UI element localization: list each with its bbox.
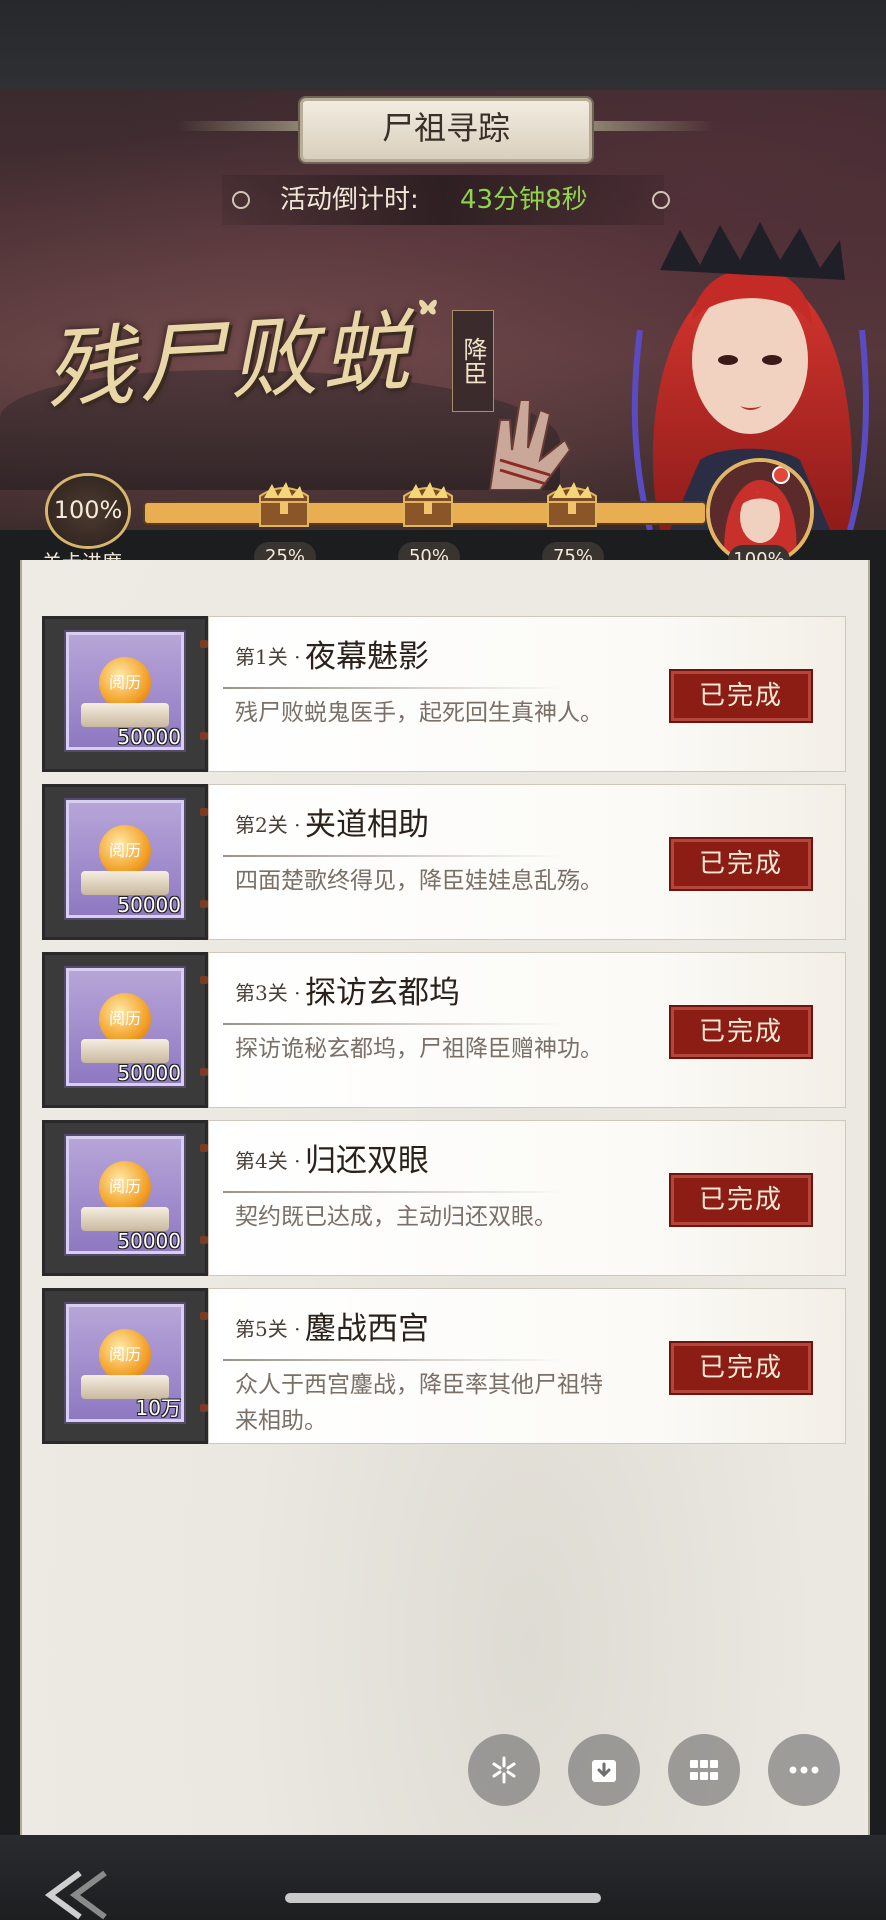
stage-name: 鏖战西宫: [305, 1311, 429, 1347]
divider: [223, 1359, 563, 1361]
treasure-chest-icon[interactable]: [542, 478, 602, 528]
frame-rivet: [200, 1312, 208, 1320]
divider: [223, 1023, 563, 1025]
stage-card: 第3关 · 探访玄都坞 探访诡秘玄都坞，尸祖降臣赠神功。 已完成: [208, 952, 846, 1108]
reward-amount: 50000: [117, 893, 181, 917]
stage-name: 夜幕魅影: [305, 639, 429, 675]
reward-frame: 阅历 50000: [42, 616, 208, 772]
frame-rivet: [200, 1144, 208, 1152]
reward-label: 阅历: [108, 673, 141, 692]
reward-frame: 阅历 10万: [42, 1288, 208, 1444]
grid-icon: [690, 1760, 718, 1780]
completed-status-button[interactable]: 已完成: [669, 669, 813, 723]
reward-amount: 50000: [117, 725, 181, 749]
progress-percent: 100%: [53, 496, 123, 524]
stage-description: 四面楚歌终得见，降臣娃娃息乱殇。: [235, 868, 603, 894]
stage-row[interactable]: 阅历 50000 第1关 · 夜幕魅影 残尸败蜕鬼医手，起死回生真神人。 已完成: [42, 616, 846, 772]
character-hand: [488, 399, 572, 490]
completed-status-button[interactable]: 已完成: [669, 1173, 813, 1227]
frame-rivet: [200, 1236, 208, 1244]
ornament-dot-icon: [232, 191, 250, 209]
stage-row[interactable]: 阅历 50000 第3关 · 探访玄都坞 探访诡秘玄都坞，尸祖降臣赠神功。 已完…: [42, 952, 846, 1108]
reward-tile[interactable]: 阅历 50000: [66, 800, 184, 918]
stage-number: 第2关 ·: [235, 813, 301, 837]
reward-label: 阅历: [108, 841, 141, 860]
download-button[interactable]: [568, 1734, 640, 1806]
frame-rivet: [200, 1068, 208, 1076]
frame-rivet: [200, 900, 208, 908]
divider: [223, 855, 563, 857]
page-title: 尸祖寻踪: [381, 109, 510, 147]
title-plate-left-ornament: [178, 121, 298, 131]
stage-description: 众人于西宫鏖战，降臣率其他尸祖特来相助。: [235, 1372, 603, 1434]
reward-label: 阅历: [108, 1009, 141, 1028]
countdown-value: 43分钟8秒: [460, 185, 588, 215]
reward-tile[interactable]: 阅历 50000: [66, 1136, 184, 1254]
stage-description: 探访诡秘玄都坞，尸祖降臣赠神功。: [235, 1036, 603, 1062]
frame-rivet: [200, 808, 208, 816]
frame-rivet: [200, 1404, 208, 1412]
reward-tile[interactable]: 阅历 50000: [66, 968, 184, 1086]
reward-frame: 阅历 50000: [42, 1120, 208, 1276]
completed-status-button[interactable]: 已完成: [669, 837, 813, 891]
treasure-chest-icon[interactable]: [254, 478, 314, 528]
stage-name: 探访玄都坞: [305, 975, 460, 1011]
scroll-icon: [81, 871, 169, 895]
sparkle-button[interactable]: [468, 1734, 540, 1806]
frame-rivet: [200, 976, 208, 984]
more-icon: [789, 1766, 819, 1774]
bottom-bar: [0, 1835, 886, 1920]
scroll-icon: [81, 1039, 169, 1063]
frame-rivet: [200, 732, 208, 740]
countdown-label: 活动倒计时:: [280, 185, 419, 215]
stage-card: 第4关 · 归还双眼 契约既已达成，主动归还双眼。 已完成: [208, 1120, 846, 1276]
reward-amount: 50000: [117, 1061, 181, 1085]
top-frame: [0, 0, 886, 90]
stage-number: 第5关 ·: [235, 1317, 301, 1341]
treasure-chest-icon[interactable]: [398, 478, 458, 528]
chapter-title: 残尸败蜕: [42, 299, 416, 422]
stage-card: 第2关 · 夹道相助 四面楚歌终得见，降臣娃娃息乱殇。 已完成: [208, 784, 846, 940]
more-button[interactable]: [768, 1734, 840, 1806]
frame-rivet: [200, 640, 208, 648]
stage-description: 残尸败蜕鬼医手，起死回生真神人。: [235, 700, 603, 726]
reward-amount: 50000: [117, 1229, 181, 1253]
reward-tile[interactable]: 阅历 50000: [66, 632, 184, 750]
back-arrow-icon[interactable]: [20, 1865, 120, 1920]
stage-row[interactable]: 阅历 50000 第4关 · 归还双眼 契约既已达成，主动归还双眼。 已完成: [42, 1120, 846, 1276]
home-indicator[interactable]: [285, 1893, 601, 1903]
download-icon: [592, 1760, 616, 1782]
notification-dot: [772, 466, 790, 484]
grid-button[interactable]: [668, 1734, 740, 1806]
stage-card: 第1关 · 夜幕魅影 残尸败蜕鬼医手，起死回生真神人。 已完成: [208, 616, 846, 772]
scroll-icon: [81, 1207, 169, 1231]
scroll-icon: [81, 703, 169, 727]
reward-tile[interactable]: 阅历 10万: [66, 1304, 184, 1422]
stage-row[interactable]: 阅历 10万 第5关 · 鏖战西宫 众人于西宫鏖战，降臣率其他尸祖特来相助。 已…: [42, 1288, 846, 1444]
stage-card: 第5关 · 鏖战西宫 众人于西宫鏖战，降臣率其他尸祖特来相助。 已完成: [208, 1288, 846, 1444]
sparkle-icon: [492, 1756, 516, 1784]
reward-label: 阅历: [108, 1177, 141, 1196]
stage-name: 归还双眼: [305, 1143, 429, 1179]
stage-row[interactable]: 阅历 50000 第2关 · 夹道相助 四面楚歌终得见，降臣娃娃息乱殇。 已完成: [42, 784, 846, 940]
completed-status-button[interactable]: 已完成: [669, 1341, 813, 1395]
divider: [223, 687, 563, 689]
stage-number: 第3关 ·: [235, 981, 301, 1005]
reward-label: 阅历: [108, 1345, 141, 1364]
completed-status-button[interactable]: 已完成: [669, 1005, 813, 1059]
stage-description: 契约既已达成，主动归还双眼。: [235, 1204, 557, 1230]
reward-frame: 阅历 50000: [42, 784, 208, 940]
divider: [223, 1191, 563, 1193]
butterfly-icon: [419, 299, 437, 315]
reward-frame: 阅历 50000: [42, 952, 208, 1108]
reward-amount: 10万: [135, 1396, 181, 1420]
stage-number: 第1关 ·: [235, 645, 301, 669]
ornament-dot-icon: [652, 191, 670, 209]
title-plate-right-ornament: [594, 121, 714, 131]
stage-name: 夹道相助: [305, 807, 429, 843]
stage-number: 第4关 ·: [235, 1149, 301, 1173]
